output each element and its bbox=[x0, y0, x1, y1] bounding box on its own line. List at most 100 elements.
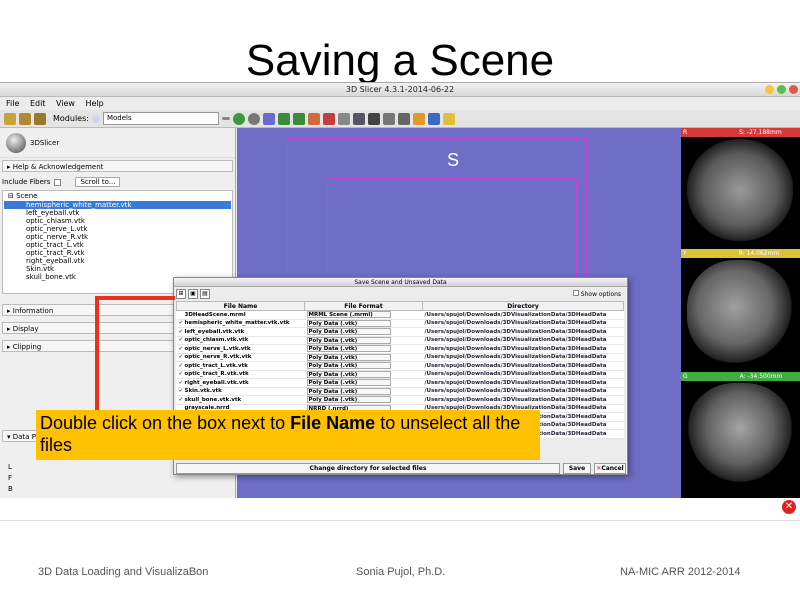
history-icon[interactable] bbox=[221, 117, 230, 120]
directory-cell[interactable]: /Users/spujol/Downloads/3DVisualizationD… bbox=[422, 378, 624, 388]
cancel-button[interactable]: ✕Cancel bbox=[594, 463, 626, 474]
directory-cell[interactable]: /Users/spujol/Downloads/3DVisualizationD… bbox=[422, 395, 624, 405]
file-format-cell[interactable]: Poly Data (.vtk) bbox=[304, 319, 423, 328]
minimize-icon[interactable] bbox=[765, 85, 774, 94]
directory-cell[interactable]: /Users/spujol/Downloads/3DVisualizationD… bbox=[422, 387, 624, 396]
close-icon[interactable] bbox=[789, 85, 798, 94]
file-format-select[interactable]: Poly Data (.vtk) bbox=[306, 379, 391, 387]
slice-view-icon[interactable] bbox=[367, 112, 380, 125]
models-module-icon[interactable] bbox=[292, 112, 305, 125]
change-directory-button[interactable]: Change directory for selected files bbox=[176, 463, 560, 474]
file-format-select[interactable]: Poly Data (.vtk) bbox=[306, 396, 391, 404]
table-row[interactable]: ✓right_eyeball.vtk.vtk Poly Data (.vtk) /U… bbox=[176, 378, 624, 388]
show-options[interactable]: Show options bbox=[572, 290, 621, 298]
file-name-header[interactable]: File Name bbox=[176, 301, 305, 311]
file-format-cell[interactable]: Poly Data (.vtk) bbox=[304, 327, 423, 337]
file-format-cell[interactable]: Poly Data (.vtk) bbox=[304, 387, 423, 396]
yellow-slice-bar[interactable]: Y R: 14.062mm bbox=[681, 249, 800, 258]
directory-cell[interactable]: /Users/spujol/Downloads/3DVisualizationD… bbox=[422, 370, 624, 379]
file-name-cell[interactable]: ✓hemispheric_white_matter.vtk.vtk bbox=[176, 319, 305, 328]
table-row[interactable]: ✓optic_nerve_R.vtk.vtk Poly Data (.vtk) /U… bbox=[176, 353, 624, 362]
file-format-cell[interactable]: Poly Data (.vtk) bbox=[304, 361, 423, 371]
table-row[interactable]: ✓Skin.vtk.vtk Poly Data (.vtk) /Users/spuj… bbox=[176, 387, 624, 396]
file-format-select[interactable]: Poly Data (.vtk) bbox=[306, 353, 391, 361]
file-name-cell[interactable]: ✓optic_tract_R.vtk.vtk bbox=[176, 370, 305, 379]
table-row[interactable]: ✓optic_tract_L.vtk.vtk Poly Data (.vtk) /U… bbox=[176, 361, 624, 371]
file-format-cell[interactable]: Poly Data (.vtk) bbox=[304, 353, 423, 362]
python-icon[interactable] bbox=[442, 112, 455, 125]
table-row[interactable]: ✓optic_tract_R.vtk.vtk Poly Data (.vtk) /U… bbox=[176, 370, 624, 379]
file-format-select[interactable]: Poly Data (.vtk) bbox=[306, 328, 391, 336]
file-name-cell[interactable]: ✓optic_tract_L.vtk.vtk bbox=[176, 361, 305, 371]
search-icon[interactable] bbox=[91, 114, 100, 123]
file-name-cell[interactable]: ✓optic_nerve_L.vtk.vtk bbox=[176, 344, 305, 354]
menu-edit[interactable]: Edit bbox=[30, 99, 46, 108]
directory-header[interactable]: Directory bbox=[422, 301, 624, 311]
file-name-cell[interactable]: ✓optic_nerve_R.vtk.vtk bbox=[176, 353, 305, 362]
file-format-header[interactable]: File Format bbox=[304, 301, 423, 311]
sagittal-slice-image[interactable] bbox=[687, 260, 793, 364]
layout-icon[interactable] bbox=[352, 112, 365, 125]
file-format-select[interactable]: Poly Data (.vtk) bbox=[306, 370, 391, 378]
table-row[interactable]: ✓optic_nerve_L.vtk.vtk Poly Data (.vtk) /U… bbox=[176, 344, 624, 354]
scene-item[interactable]: optic_chiasm.vtk bbox=[4, 217, 231, 225]
file-name-cell[interactable]: ✓Skin.vtk.vtk bbox=[176, 387, 305, 396]
table-row[interactable]: ✓skull_bone.vtk.vtk Poly Data (.vtk) /User… bbox=[176, 395, 624, 405]
file-format-select[interactable]: Poly Data (.vtk) bbox=[306, 319, 391, 327]
directory-cell[interactable]: /Users/spujol/Downloads/3DVisualizationD… bbox=[422, 319, 624, 328]
screenshot-icon[interactable] bbox=[382, 112, 395, 125]
green-slice-bar[interactable]: G A: -34.500mm bbox=[681, 372, 800, 381]
scene-item[interactable]: optic_tract_L.vtk bbox=[4, 241, 231, 249]
transforms-module-icon[interactable] bbox=[307, 112, 320, 125]
file-format-select[interactable]: Poly Data (.vtk) bbox=[306, 345, 391, 353]
file-name-cell[interactable]: ✓left_eyeball.vtk.vtk bbox=[176, 327, 305, 337]
scene-item[interactable]: left_eyeball.vtk bbox=[4, 209, 231, 217]
select-all-icon[interactable]: ⊞ bbox=[176, 289, 186, 299]
axial-slice-image[interactable] bbox=[687, 139, 793, 241]
file-format-cell[interactable]: Poly Data (.vtk) bbox=[304, 395, 423, 405]
scene-item[interactable]: Skin.vtk bbox=[4, 265, 231, 273]
scene-item[interactable]: optic_nerve_R.vtk bbox=[4, 233, 231, 241]
back-icon[interactable] bbox=[232, 112, 245, 125]
save-button[interactable]: Save bbox=[563, 463, 591, 474]
file-format-cell[interactable]: Poly Data (.vtk) bbox=[304, 378, 423, 388]
directory-icon[interactable]: ▣ bbox=[188, 289, 198, 299]
maximize-icon[interactable] bbox=[777, 85, 786, 94]
file-name-cell[interactable]: ✓right_eyeball.vtk.vtk bbox=[176, 378, 305, 388]
close-icon[interactable]: ✕ bbox=[782, 500, 796, 514]
directory-cell[interactable]: /Users/spujol/Downloads/3DVisualizationD… bbox=[422, 353, 624, 362]
file-format-select[interactable]: Poly Data (.vtk) bbox=[306, 362, 391, 370]
data-module-icon[interactable] bbox=[262, 112, 275, 125]
scene-item[interactable]: optic_nerve_L.vtk bbox=[4, 225, 231, 233]
table-row[interactable]: ✓hemispheric_white_matter.vtk.vtk Poly Da… bbox=[176, 319, 624, 328]
scene-root[interactable]: ⊟ Scene bbox=[4, 192, 231, 201]
file-name-cell[interactable]: ✓skull_bone.vtk.vtk bbox=[176, 395, 305, 405]
file-format-cell[interactable]: Poly Data (.vtk) bbox=[304, 336, 423, 345]
file-name-cell[interactable]: 3DHeadScene.mrml bbox=[176, 310, 305, 320]
directory-cell[interactable]: /Users/spujol/Downloads/3DVisualizationD… bbox=[422, 344, 624, 354]
help-section[interactable]: ▸ Help & Acknowledgement bbox=[2, 160, 233, 172]
table-row[interactable]: ✓left_eyeball.vtk.vtk Poly Data (.vtk) /Us… bbox=[176, 327, 624, 337]
coronal-slice-image[interactable] bbox=[687, 383, 793, 483]
directory-cell[interactable]: /Users/spujol/Downloads/3DVisualizationD… bbox=[422, 310, 624, 320]
menu-help[interactable]: Help bbox=[86, 99, 104, 108]
scene-item[interactable]: hemispheric_white_matter.vtk bbox=[4, 201, 231, 209]
file-format-select[interactable]: Poly Data (.vtk) bbox=[306, 336, 391, 344]
red-slice-bar[interactable]: R S: -27.188mm bbox=[681, 128, 800, 137]
file-format-cell[interactable]: Poly Data (.vtk) bbox=[304, 370, 423, 379]
load-dicom-icon[interactable] bbox=[19, 112, 31, 125]
table-row[interactable]: ✓optic_chiasm.vtk.vtk Poly Data (.vtk) /Us… bbox=[176, 336, 624, 345]
directory-cell[interactable]: /Users/spujol/Downloads/3DVisualizationD… bbox=[422, 336, 624, 345]
scroll-to-field[interactable]: Scroll to... bbox=[75, 177, 121, 187]
file-format-cell[interactable]: Poly Data (.vtk) bbox=[304, 344, 423, 354]
directory-cell[interactable]: /Users/spujol/Downloads/3DVisualizationD… bbox=[422, 361, 624, 371]
scene-item[interactable]: right_eyeball.vtk bbox=[4, 257, 231, 265]
file-format-select[interactable]: MRML Scene (.mrml) bbox=[306, 311, 391, 319]
include-fibers-checkbox[interactable] bbox=[54, 178, 62, 186]
volumes-module-icon[interactable] bbox=[277, 112, 290, 125]
menu-view[interactable]: View bbox=[56, 99, 75, 108]
extension-icon[interactable] bbox=[427, 112, 440, 125]
markups-module-icon[interactable] bbox=[322, 112, 335, 125]
scene-item[interactable]: optic_tract_R.vtk bbox=[4, 249, 231, 257]
module-selector[interactable]: Models bbox=[102, 112, 219, 125]
